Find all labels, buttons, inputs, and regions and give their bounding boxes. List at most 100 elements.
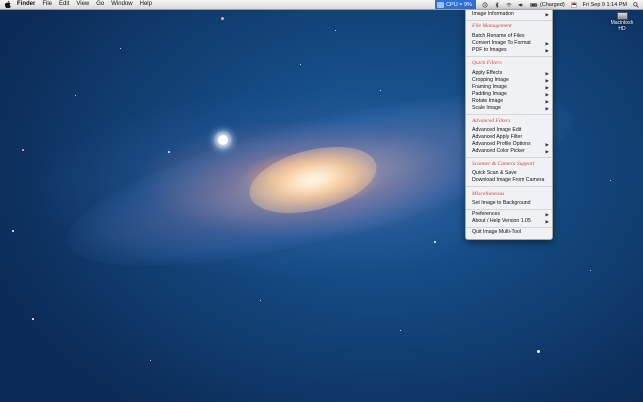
submenu-arrow-icon: ▶ — [545, 92, 549, 97]
wifi-icon[interactable] — [506, 2, 512, 8]
star — [300, 64, 301, 65]
menu-edit[interactable]: Edit — [59, 0, 69, 9]
star — [590, 270, 591, 271]
submenu-arrow-icon: ▶ — [545, 142, 549, 147]
menu-item-label: Quit Image Multi-Tool — [472, 229, 522, 235]
submenu-arrow-icon: ▶ — [545, 99, 549, 104]
search-icon[interactable] — [633, 1, 639, 8]
menu-item-padding-image[interactable]: Padding Image ▶ — [472, 91, 549, 98]
section-header-scanner-camera: Scanner & Camera Support — [472, 161, 535, 167]
menu-item-label: Convert Image To Format — [472, 40, 531, 46]
menu-window[interactable]: Window — [111, 0, 132, 9]
submenu-arrow-icon: ▶ — [545, 41, 549, 46]
menu-view[interactable]: View — [76, 0, 89, 9]
menu-item-label: Preferences — [472, 211, 500, 217]
cpu-readout: CPU = 9% — [446, 1, 472, 8]
star — [75, 95, 76, 96]
star — [22, 149, 24, 151]
menu-item-convert-image[interactable]: Convert Image To Format ▶ — [472, 40, 549, 47]
menu-separator — [466, 209, 552, 210]
menu-help[interactable]: Help — [140, 0, 152, 9]
menu-item-download-image[interactable]: Download Image From Camera — [472, 177, 549, 184]
menu-finder[interactable]: Finder — [17, 0, 35, 9]
menu-file[interactable]: File — [42, 0, 52, 9]
desktop-wallpaper: Finder File Edit View Go Window Help CPU… — [0, 0, 643, 402]
star — [12, 230, 14, 232]
submenu-arrow-icon: ▶ — [545, 149, 549, 154]
menu-go[interactable]: Go — [96, 0, 104, 9]
star — [168, 151, 170, 153]
menu-item-rotate-image[interactable]: Rotate Image ▶ — [472, 98, 549, 105]
submenu-arrow-icon: ▶ — [545, 71, 549, 76]
menu-item-label: Set Image to Background — [472, 200, 531, 206]
menu-item-label: Scale Image — [472, 105, 501, 111]
menu-item-label: Download Image From Camera — [472, 177, 545, 183]
menu-item-label: Apply Effects — [472, 70, 503, 76]
star — [380, 90, 381, 91]
menu-item-advanced-image-edit[interactable]: Advanced Image Edit — [472, 127, 549, 134]
section-header-quick-filters: Quick Filters — [472, 60, 502, 66]
image-multi-tool-menu: Image Information ▶ File Management Batc… — [465, 9, 553, 240]
star — [537, 350, 540, 353]
image-multi-tool-status-item[interactable]: CPU = 9% — [435, 0, 476, 9]
menu-item-advanced-profile-options[interactable]: Advanced Profile Options ▶ — [472, 141, 549, 148]
menu-item-quit[interactable]: Quit Image Multi-Tool — [472, 229, 549, 236]
menu-item-advanced-color-picker[interactable]: Advanced Color Picker ▶ — [472, 148, 549, 155]
menu-item-pdf-to-images[interactable]: PDF to Images ▶ — [472, 47, 549, 54]
volume-icon[interactable] — [518, 2, 524, 8]
bluetooth-icon[interactable] — [494, 1, 500, 8]
menu-separator — [466, 227, 552, 228]
drive-label-line2: HD — [618, 25, 626, 32]
submenu-arrow-icon: ▶ — [545, 85, 549, 90]
menu-item-label: Image Information — [472, 11, 514, 17]
star — [610, 180, 611, 181]
submenu-arrow-icon: ▶ — [545, 48, 549, 53]
star — [260, 300, 261, 301]
menu-item-scale-image[interactable]: Scale Image ▶ — [472, 105, 549, 112]
time-machine-icon[interactable] — [482, 2, 488, 8]
status-area: CPU = 9% (Charged) Fri Sep 9 1:14 PM — [435, 0, 643, 9]
star — [335, 30, 336, 31]
menu-item-cropping-image[interactable]: Cropping Image ▶ — [472, 77, 549, 84]
menu-separator — [466, 157, 552, 158]
star — [218, 135, 228, 145]
menu-item-quick-scan[interactable]: Quick Scan & Save — [472, 170, 549, 177]
menu-item-about-help[interactable]: About / Help Version 1.05 ▶ — [472, 218, 549, 225]
menu-item-label: Advanced Color Picker — [472, 148, 525, 154]
menu-item-apply-effects[interactable]: Apply Effects ▶ — [472, 70, 549, 77]
menu-item-set-background[interactable]: Set Image to Background — [472, 200, 549, 207]
menu-separator — [466, 186, 552, 187]
menu-item-label: Quick Scan & Save — [472, 170, 517, 176]
menu-separator — [466, 56, 552, 57]
app-icon — [437, 1, 445, 8]
star — [150, 360, 151, 361]
menu-separator — [466, 114, 552, 115]
submenu-arrow-icon: ▶ — [545, 78, 549, 83]
menu-item-label: Advanced Profile Options — [472, 141, 531, 147]
submenu-arrow-icon: ▶ — [545, 219, 549, 224]
menu-item-label: Padding Image — [472, 91, 507, 97]
macintosh-hd-icon[interactable]: Macintosh HD — [607, 12, 637, 32]
battery-status[interactable]: (Charged) — [530, 2, 565, 8]
hard-drive-icon — [616, 12, 628, 20]
menu-item-label: PDF to Images — [472, 47, 507, 53]
apple-icon[interactable] — [5, 1, 11, 8]
clock[interactable]: Fri Sep 9 1:14 PM — [583, 2, 627, 8]
section-header-file-management: File Management — [472, 23, 512, 29]
section-header-miscellaneous: Miscellaneous — [472, 191, 505, 197]
star — [434, 241, 436, 243]
menu-item-label: About / Help Version 1.05 — [472, 218, 531, 224]
menu-item-label: Rotate Image — [472, 98, 504, 104]
star — [400, 330, 401, 331]
flag-icon[interactable] — [571, 1, 577, 8]
menu-item-framing-image[interactable]: Framing Image ▶ — [472, 84, 549, 91]
submenu-arrow-icon: ▶ — [545, 212, 549, 217]
menu-item-label: Framing Image — [472, 84, 507, 90]
submenu-arrow-icon: ▶ — [545, 12, 549, 17]
menu-item-label: Advanced Apply Filter — [472, 134, 523, 140]
menu-item-batch-rename[interactable]: Batch Rename of Files — [472, 33, 549, 40]
section-header-advanced-filters: Advanced Filters — [472, 118, 511, 124]
menu-item-advanced-apply-filter[interactable]: Advanced Apply Filter — [472, 134, 549, 141]
menu-item-preferences[interactable]: Preferences ▶ — [472, 211, 549, 218]
menu-item-image-information[interactable]: Image Information ▶ — [472, 11, 549, 18]
